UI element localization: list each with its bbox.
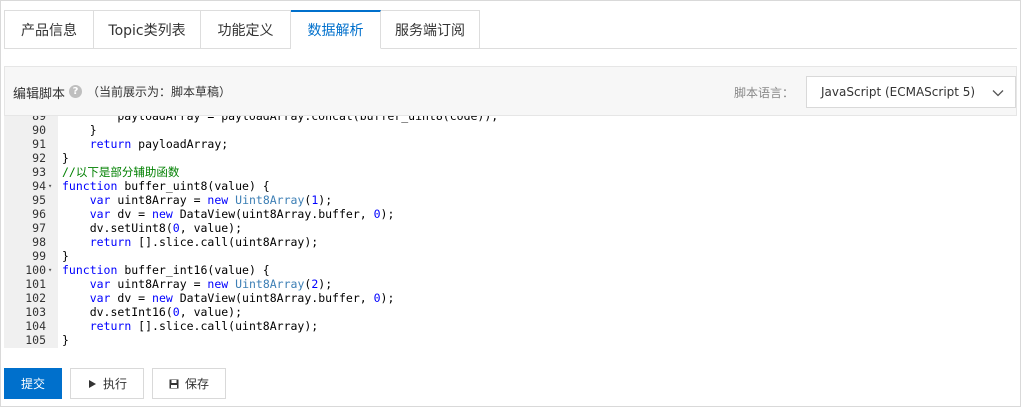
code-lines: 89 payloadArray = payloadArray.concat(bu… <box>4 116 1017 347</box>
code-text: } <box>62 123 97 137</box>
code-line: 104 return [].slice.call(uint8Array); <box>4 319 1017 333</box>
line-number: 103 <box>25 305 46 319</box>
line-number: 104 <box>25 319 46 333</box>
line-number: 105 <box>25 333 46 347</box>
run-button[interactable]: 执行 <box>70 368 144 399</box>
line-number: 94 <box>32 179 46 193</box>
code-line: 89 payloadArray = payloadArray.concat(bu… <box>4 116 1017 123</box>
code-text: return payloadArray; <box>89 137 229 151</box>
submit-button[interactable]: 提交 <box>4 368 62 399</box>
line-number: 99 <box>32 249 46 263</box>
code-text: payloadArray = payloadArray.concat(buffe… <box>62 116 499 123</box>
code-line: 94 ▾ function buffer_uint8(value) { <box>4 179 1017 193</box>
code-line: 98 return [].slice.call(uint8Array); <box>4 235 1017 249</box>
code-line: 95 var uint8Array = new Uint8Array(1); <box>4 193 1017 207</box>
save-button-label: 保存 <box>184 377 209 391</box>
code-text: function buffer_int16(value) { <box>62 263 270 277</box>
code-text: } <box>62 249 69 263</box>
code-line: 96 var dv = new DataView(uint8Array.buff… <box>4 207 1017 221</box>
language-label: 脚本语言： <box>733 86 794 100</box>
code-text: var dv = new DataView(uint8Array.buffer,… <box>89 207 395 221</box>
tab-data-parsing[interactable]: 数据解析 <box>291 10 381 49</box>
chevron-down-icon <box>992 90 1004 97</box>
submit-button-label: 提交 <box>20 377 45 391</box>
code-text: } <box>62 333 69 347</box>
code-line: 97 dv.setUint8(0, value); <box>4 221 1017 235</box>
line-number: 92 <box>32 151 46 165</box>
language-select-value: JavaScript (ECMAScript 5) <box>821 85 976 99</box>
draft-note: （当前展示为：脚本草稿） <box>87 85 232 99</box>
code-text: var uint8Array = new Uint8Array(1); <box>89 193 333 207</box>
line-number: 100 <box>25 263 46 277</box>
play-icon <box>88 379 96 388</box>
code-text: var uint8Array = new Uint8Array(2); <box>89 277 333 291</box>
code-editor[interactable]: 89 payloadArray = payloadArray.concat(bu… <box>4 116 1017 348</box>
save-button[interactable]: 保存 <box>152 368 226 399</box>
code-line: 103 dv.setInt16(0, value); <box>4 305 1017 319</box>
line-number: 90 <box>32 123 46 137</box>
fold-toggle-icon[interactable]: ▾ <box>48 179 56 193</box>
run-button-label: 执行 <box>102 377 127 391</box>
line-number: 97 <box>32 221 46 235</box>
code-line: 93 //以下是部分辅助函数 <box>4 165 1017 179</box>
code-line: 92} <box>4 151 1017 165</box>
line-number: 96 <box>32 207 46 221</box>
tab-topic-list[interactable]: Topic类列表 <box>94 10 201 49</box>
line-number: 89 <box>32 116 46 123</box>
code-text: var dv = new DataView(uint8Array.buffer,… <box>89 291 395 305</box>
code-text: return [].slice.call(uint8Array); <box>89 235 319 249</box>
code-line: 90 } <box>4 123 1017 137</box>
tabs-divider <box>4 48 1017 49</box>
help-icon[interactable]: ? <box>69 85 82 98</box>
code-text: function buffer_uint8(value) { <box>62 179 270 193</box>
action-bar: 提交 执行 保存 <box>4 368 226 399</box>
code-text: } <box>62 151 69 165</box>
line-number: 91 <box>32 137 46 151</box>
line-number: 95 <box>32 193 46 207</box>
tab-bar: 产品信息 Topic类列表 功能定义 数据解析 服务端订阅 <box>4 10 480 49</box>
code-text: dv.setInt16(0, value); <box>62 305 243 319</box>
editor-header: 编辑脚本 ? （当前展示为：脚本草稿） 脚本语言： JavaScript (EC… <box>4 66 1017 116</box>
code-text: dv.setUint8(0, value); <box>62 221 243 235</box>
code-line: 105} <box>4 333 1017 347</box>
save-icon <box>169 379 179 388</box>
line-number: 98 <box>32 235 46 249</box>
tab-server-subscription[interactable]: 服务端订阅 <box>381 10 480 49</box>
editor-title: 编辑脚本 <box>13 87 66 102</box>
code-line: 91 return payloadArray; <box>4 137 1017 151</box>
line-number: 93 <box>32 165 46 179</box>
code-line: 99} <box>4 249 1017 263</box>
code-line: 102 var dv = new DataView(uint8Array.buf… <box>4 291 1017 305</box>
tab-function-definition[interactable]: 功能定义 <box>201 10 291 49</box>
code-text: return [].slice.call(uint8Array); <box>89 319 319 333</box>
language-select[interactable]: JavaScript (ECMAScript 5) <box>806 76 1016 108</box>
code-line: 100 ▾ function buffer_int16(value) { <box>4 263 1017 277</box>
code-text: //以下是部分辅助函数 <box>62 165 180 179</box>
tab-product-info[interactable]: 产品信息 <box>4 10 94 49</box>
line-number: 101 <box>25 277 46 291</box>
line-number: 102 <box>25 291 46 305</box>
fold-toggle-icon[interactable]: ▾ <box>48 263 56 277</box>
code-line: 101 var uint8Array = new Uint8Array(2); <box>4 277 1017 291</box>
